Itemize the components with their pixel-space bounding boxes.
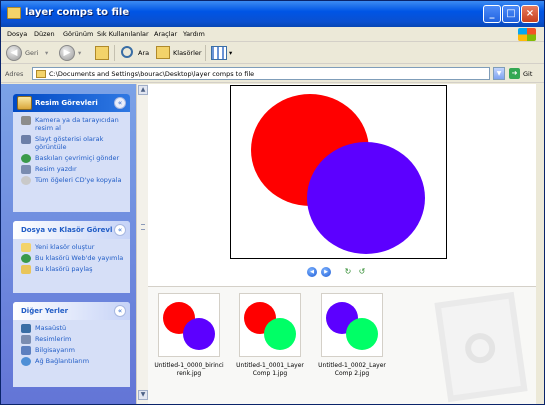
menu-view[interactable]: Görünüm xyxy=(63,30,93,38)
menu-bar: Dosya Düzen Görünüm Sık Kullanılanlar Ar… xyxy=(1,27,544,42)
task-new-folder[interactable]: Yeni klasör oluştur xyxy=(21,243,126,252)
scroll-grip[interactable] xyxy=(141,224,145,230)
green-circle xyxy=(346,318,378,350)
previous-image-icon[interactable]: ◀ xyxy=(307,267,317,277)
views-icon[interactable] xyxy=(211,46,227,60)
globe-icon xyxy=(21,254,31,263)
up-folder-icon[interactable] xyxy=(95,46,109,60)
place-network[interactable]: Ağ Bağlantılarım xyxy=(21,357,126,366)
watermark-image xyxy=(434,291,528,403)
globe-icon xyxy=(21,154,31,163)
slideshow-icon xyxy=(21,135,31,144)
go-button-label[interactable]: Git xyxy=(523,70,532,78)
share-folder-icon xyxy=(21,265,31,274)
file-folder-tasks-panel: Dosya ve Klasör Görevl « Yeni klasör olu… xyxy=(13,221,130,293)
printer-icon xyxy=(21,165,31,174)
task-print-pictures[interactable]: Resim yazdır xyxy=(21,165,126,174)
rotate-counterclockwise-icon[interactable]: ↺ xyxy=(357,267,367,277)
task-order-prints[interactable]: Baskıları çevrimiçi gönder xyxy=(21,154,126,163)
pictures-icon xyxy=(17,96,32,110)
task-view-slideshow[interactable]: Slayt gösterisi olarak görüntüle xyxy=(21,135,126,151)
search-icon[interactable] xyxy=(121,46,133,58)
picture-tasks-panel: Resim Görevleri « Kamera ya da tarayıcıd… xyxy=(13,94,130,212)
address-input[interactable]: C:\Documents and Settings\bourac\Desktop… xyxy=(32,67,490,80)
forward-dropdown-icon[interactable]: ▾ xyxy=(78,49,81,57)
blue-circle xyxy=(183,318,215,350)
network-icon xyxy=(21,357,31,366)
back-button-label[interactable]: Geri xyxy=(25,49,39,57)
close-button[interactable]: × xyxy=(521,5,539,23)
new-folder-icon xyxy=(21,243,31,252)
minimize-button[interactable]: _ xyxy=(483,5,501,23)
other-places-panel: Diğer Yerler « Masaüstü Resimlerim Bilgi… xyxy=(13,302,130,387)
place-desktop[interactable]: Masaüstü xyxy=(21,324,126,333)
menu-tools[interactable]: Araçlar xyxy=(154,30,177,38)
toolbar: ◀ Geri ▾ ▶ ▾ Ara Klasörler ▾ xyxy=(1,42,544,64)
rotate-clockwise-icon[interactable]: ↻ xyxy=(343,267,353,277)
scroll-down-arrow-icon[interactable]: ▼ xyxy=(138,390,148,400)
menu-favorites[interactable]: Sık Kullanılanlar xyxy=(97,30,149,38)
task-get-from-camera[interactable]: Kamera ya da tarayıcıdan resim al xyxy=(21,116,126,132)
address-path[interactable]: C:\Documents and Settings\bourac\Desktop… xyxy=(49,70,254,78)
go-arrow-icon[interactable]: ➜ xyxy=(509,68,520,79)
thumbnail-label[interactable]: Untitled-1_0002_Layer Comp 2.jpg xyxy=(312,362,392,378)
camera-icon xyxy=(21,116,31,125)
thumbnail[interactable] xyxy=(239,293,301,357)
watermark-circle xyxy=(463,331,498,366)
task-copy-to-cd[interactable]: Tüm öğeleri CD'ye kopyala xyxy=(21,176,126,185)
forward-arrow-icon[interactable]: ▶ xyxy=(59,45,75,61)
menu-edit[interactable]: Düzen xyxy=(34,30,55,38)
window-title: layer comps to file xyxy=(25,7,130,18)
thumbnail-label[interactable]: Untitled-1_0000_birinci renk.jpg xyxy=(149,362,229,378)
image-preview[interactable] xyxy=(230,85,447,259)
file-folder-tasks-title: Dosya ve Klasör Görevl xyxy=(21,226,113,234)
thumbnail[interactable] xyxy=(158,293,220,357)
cd-icon xyxy=(21,176,31,185)
next-image-icon[interactable]: ▶ xyxy=(321,267,331,277)
folders-button-label[interactable]: Klasörler xyxy=(173,49,202,57)
title-bar[interactable]: layer comps to file _ □ × xyxy=(1,1,544,27)
back-arrow-icon[interactable]: ◀ xyxy=(6,45,22,61)
vertical-scrollbar[interactable]: ▲ ▼ xyxy=(136,84,148,404)
collapse-chevron-icon[interactable]: « xyxy=(114,97,126,109)
my-pictures-icon xyxy=(21,335,31,344)
other-places-header[interactable]: Diğer Yerler « xyxy=(13,302,130,320)
computer-icon xyxy=(21,346,31,355)
address-bar: Adres C:\Documents and Settings\bourac\D… xyxy=(1,64,544,83)
explorer-window: layer comps to file _ □ × Dosya Düzen Gö… xyxy=(0,0,545,405)
address-label: Adres xyxy=(5,70,24,78)
back-dropdown-icon[interactable]: ▾ xyxy=(45,49,48,57)
other-places-title: Diğer Yerler xyxy=(21,307,69,315)
address-dropdown-icon[interactable]: ▼ xyxy=(493,67,505,80)
maximize-button[interactable]: □ xyxy=(502,5,520,23)
collapse-chevron-icon[interactable]: « xyxy=(114,224,126,236)
toolbar-separator xyxy=(114,45,115,61)
thumbnail-label[interactable]: Untitled-1_0001_Layer Comp 1.jpg xyxy=(230,362,310,378)
thumbnail[interactable] xyxy=(321,293,383,357)
search-button-label[interactable]: Ara xyxy=(138,49,149,57)
folder-icon xyxy=(36,70,46,78)
task-share-folder[interactable]: Bu klasörü paylaş xyxy=(21,265,126,274)
folder-icon xyxy=(7,7,21,19)
place-my-computer[interactable]: Bilgisayarım xyxy=(21,346,126,355)
desktop-icon xyxy=(21,324,31,333)
scroll-up-arrow-icon[interactable]: ▲ xyxy=(138,85,148,95)
blue-circle xyxy=(307,142,425,254)
toolbar-separator xyxy=(205,45,206,61)
views-dropdown-icon[interactable]: ▾ xyxy=(229,49,232,57)
menu-file[interactable]: Dosya xyxy=(7,30,27,38)
green-circle xyxy=(264,318,296,350)
window-border-right xyxy=(536,84,544,404)
folders-icon[interactable] xyxy=(156,46,170,59)
menu-help[interactable]: Yardım xyxy=(183,30,205,38)
task-publish-web[interactable]: Bu klasörü Web'de yayımla xyxy=(21,254,126,263)
windows-logo-icon xyxy=(518,28,536,41)
picture-tasks-header[interactable]: Resim Görevleri « xyxy=(13,94,130,112)
place-my-pictures[interactable]: Resimlerim xyxy=(21,335,126,344)
file-folder-tasks-header[interactable]: Dosya ve Klasör Görevl « xyxy=(13,221,130,239)
collapse-chevron-icon[interactable]: « xyxy=(114,305,126,317)
task-pane: Resim Görevleri « Kamera ya da tarayıcıd… xyxy=(1,84,136,404)
picture-tasks-title: Resim Görevleri xyxy=(35,99,98,107)
